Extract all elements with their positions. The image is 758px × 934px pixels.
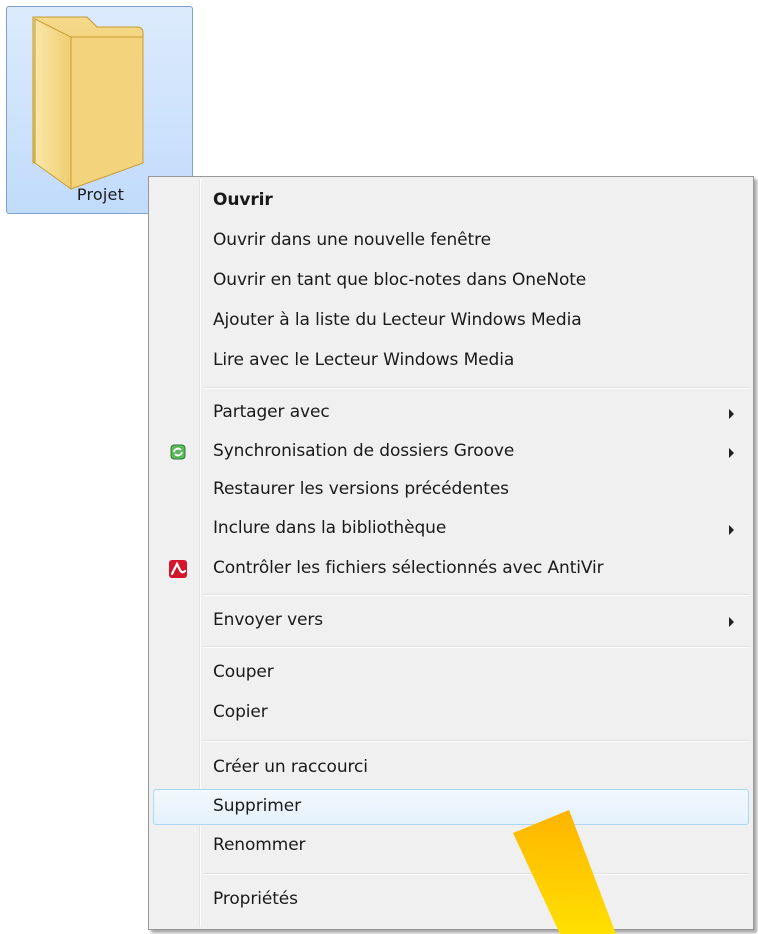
menu-separator (203, 740, 749, 742)
menu-item-create-shortcut[interactable]: Créer un raccourci (153, 750, 749, 786)
menu-item-open[interactable]: Ouvrir (153, 183, 749, 219)
menu-item-send-to[interactable]: Envoyer vers (153, 603, 749, 639)
menu-item-rename[interactable]: Renommer (153, 828, 749, 864)
menu-item-scan-antivir[interactable]: Contrôler les fichiers sélectionnés avec… (153, 551, 749, 587)
antivir-icon (169, 560, 187, 578)
menu-item-properties[interactable]: Propriétés (153, 882, 749, 918)
menu-item-label: Ouvrir dans une nouvelle fenêtre (213, 230, 491, 250)
menu-item-label: Renommer (213, 835, 306, 855)
menu-separator (203, 594, 749, 596)
menu-item-label: Ouvrir en tant que bloc-notes dans OneNo… (213, 270, 587, 290)
menu-separator (203, 646, 749, 648)
menu-item-label: Partager avec (213, 402, 330, 422)
menu-item-play-wmp[interactable]: Lire avec le Lecteur Windows Media (153, 343, 749, 379)
menu-item-open-new-window[interactable]: Ouvrir dans une nouvelle fenêtre (153, 223, 749, 259)
submenu-arrow-icon (729, 409, 734, 419)
menu-item-label: Lire avec le Lecteur Windows Media (213, 350, 515, 370)
menu-item-add-wmp-list[interactable]: Ajouter à la liste du Lecteur Windows Me… (153, 303, 749, 339)
menu-item-cut[interactable]: Couper (153, 655, 749, 691)
menu-separator (203, 387, 749, 389)
menu-item-label: Restaurer les versions précédentes (213, 479, 509, 499)
menu-item-label: Couper (213, 662, 274, 682)
folder-icon (32, 16, 144, 190)
menu-item-label: Ouvrir (213, 190, 273, 210)
menu-item-open-onenote[interactable]: Ouvrir en tant que bloc-notes dans OneNo… (153, 263, 749, 299)
menu-item-label: Propriétés (213, 889, 298, 909)
menu-item-copy[interactable]: Copier (153, 695, 749, 731)
submenu-arrow-icon (729, 525, 734, 535)
menu-item-label: Inclure dans la bibliothèque (213, 518, 447, 538)
menu-item-label: Ajouter à la liste du Lecteur Windows Me… (213, 310, 582, 330)
menu-item-include-library[interactable]: Inclure dans la bibliothèque (153, 511, 749, 547)
desktop-canvas: Projet Ouvrir Ouvrir dans une nouvelle f… (0, 0, 758, 934)
menu-separator (203, 873, 749, 875)
menu-item-label: Copier (213, 702, 268, 722)
menu-item-label: Synchronisation de dossiers Groove (213, 441, 515, 461)
groove-sync-icon (170, 444, 186, 460)
submenu-arrow-icon (729, 448, 734, 458)
submenu-arrow-icon (729, 617, 734, 627)
menu-item-groove-sync[interactable]: Synchronisation de dossiers Groove (153, 434, 749, 470)
menu-item-delete[interactable]: Supprimer (153, 789, 749, 825)
context-menu: Ouvrir Ouvrir dans une nouvelle fenêtre … (148, 176, 754, 930)
menu-item-label: Envoyer vers (213, 610, 324, 630)
menu-item-label: Créer un raccourci (213, 757, 368, 777)
menu-item-share-with[interactable]: Partager avec (153, 395, 749, 431)
menu-item-label: Contrôler les fichiers sélectionnés avec… (213, 558, 604, 578)
menu-item-restore-versions[interactable]: Restaurer les versions précédentes (153, 472, 749, 508)
menu-item-label: Supprimer (213, 796, 301, 816)
